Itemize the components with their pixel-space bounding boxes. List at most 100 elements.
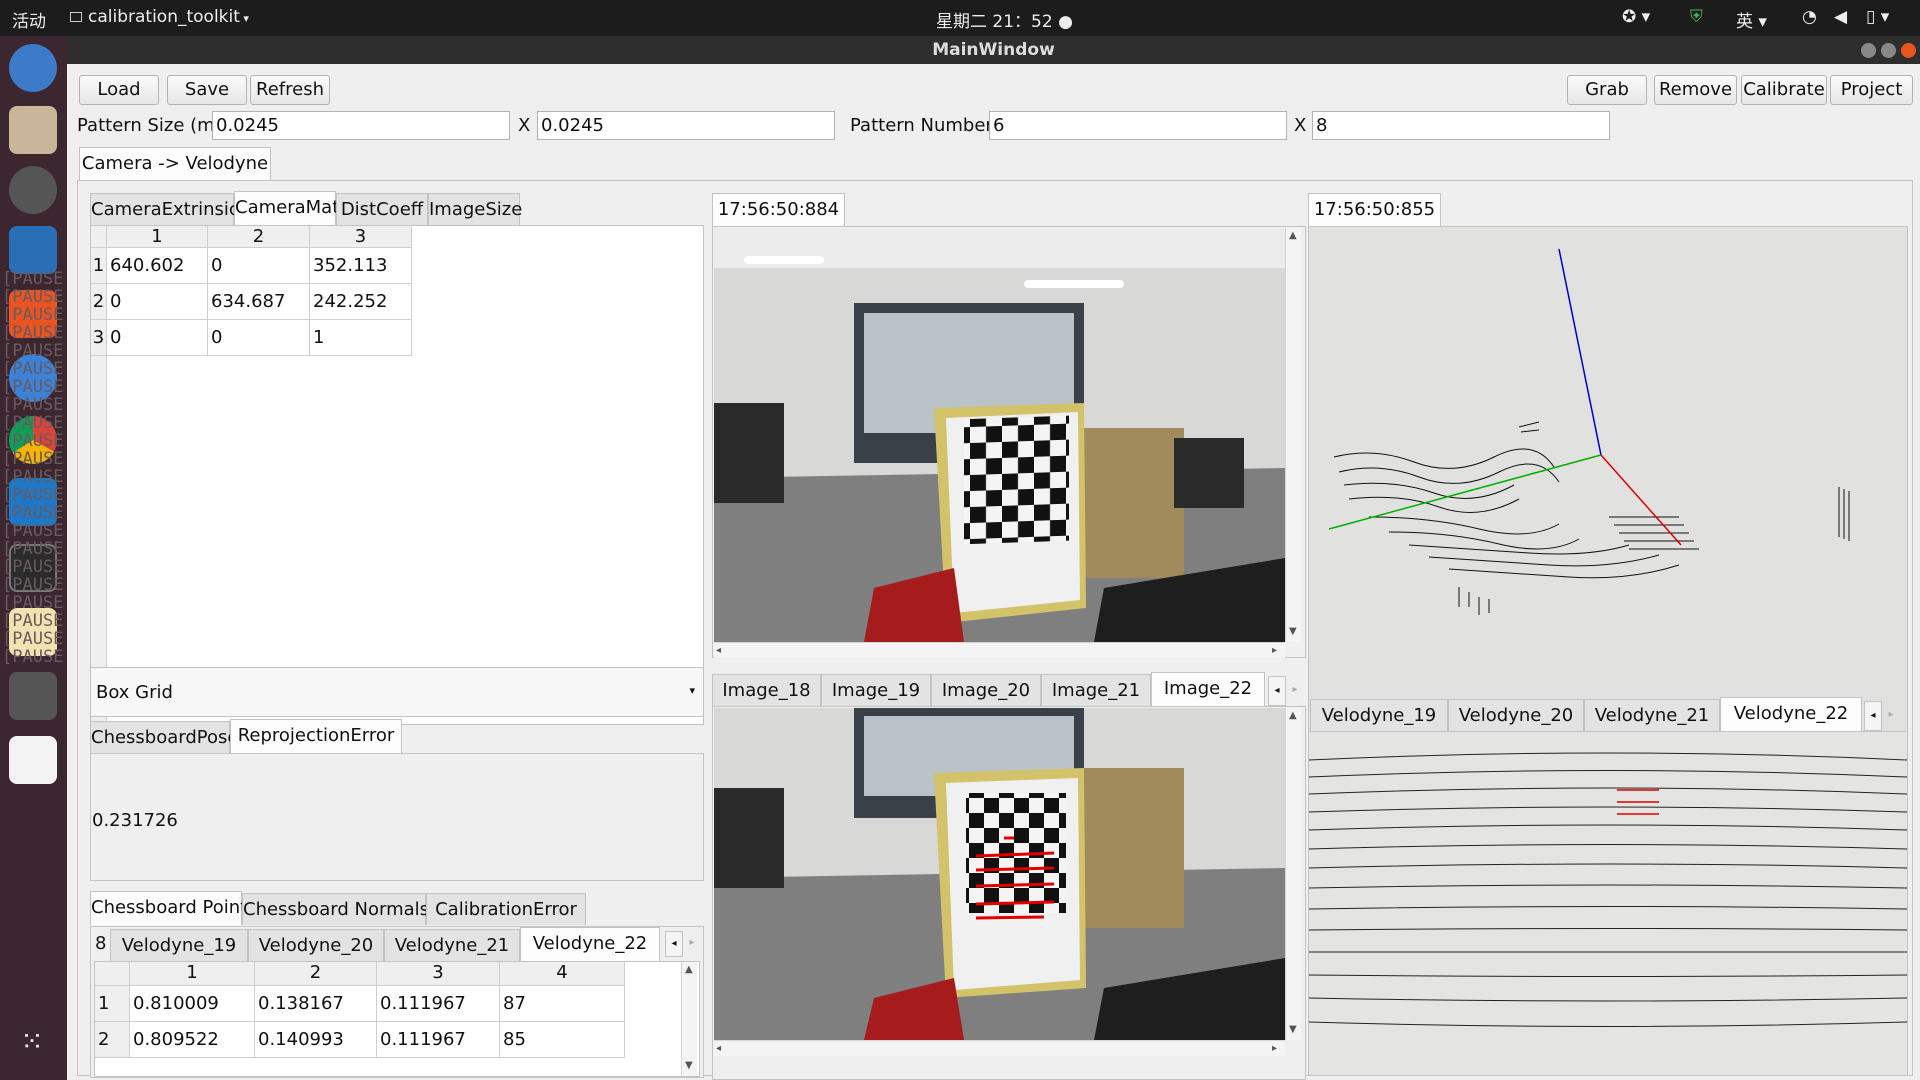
tab-distcoeff[interactable]: DistCoeff	[336, 193, 428, 225]
blocked-app-icon[interactable]	[9, 672, 57, 720]
scroll-down-icon[interactable]: ▼	[685, 1060, 693, 1071]
close-icon[interactable]	[1901, 43, 1916, 58]
pattern-number-x-input[interactable]: 6	[989, 111, 1287, 140]
column-header[interactable]: 1	[130, 962, 255, 986]
velodyne-range-view[interactable]	[1308, 731, 1908, 1076]
pattern-size-x-input[interactable]: 0.0245	[212, 111, 510, 140]
tab-image_19[interactable]: Image_19	[821, 674, 931, 706]
scroll-up-icon[interactable]: ▲	[1289, 710, 1297, 721]
tab-velodyne-timestamp[interactable]: 17:56:50:855	[1308, 193, 1441, 227]
pattern-number-y-input[interactable]: 8	[1312, 111, 1610, 140]
tab-image-timestamp[interactable]: 17:56:50:884	[712, 193, 845, 227]
wifi-icon[interactable]: ◔	[1802, 7, 1817, 27]
column-header[interactable]: 2	[255, 962, 377, 986]
calibrate-button[interactable]: Calibrate	[1741, 75, 1827, 105]
scroll-left-icon[interactable]: ◂	[665, 931, 683, 957]
column-header[interactable]: 3	[310, 226, 412, 248]
tab-chessboard-points[interactable]: Chessboard Points	[90, 891, 257, 925]
project-button[interactable]: Project	[1830, 75, 1913, 105]
table-cell[interactable]: 85	[500, 1022, 625, 1058]
battery-icon[interactable]: ▯ ▾	[1866, 7, 1889, 27]
column-header[interactable]: 2	[208, 226, 310, 248]
table-cell[interactable]: 0.140993	[255, 1022, 377, 1058]
scroll-up-icon[interactable]: ▲	[1289, 230, 1297, 241]
tab-reprojectionerror[interactable]: ReprojectionError	[230, 719, 402, 753]
image-vscrollbar[interactable]: ▲ ▼	[1285, 228, 1301, 642]
scroll-left-icon[interactable]: ◂	[716, 645, 721, 656]
camera-mat-table[interactable]: 1 2 3 1 640.602 0 352.113 2 0 634.687 242.252 3 0 0 1	[90, 225, 704, 725]
scroll-right-icon[interactable]: ▸	[1882, 701, 1900, 731]
tab-cameraextrinsicmat[interactable]: CameraExtrinsicMat	[90, 193, 272, 225]
velodyne-3d-view[interactable]	[1308, 226, 1908, 753]
table-cell[interactable]: 0	[208, 320, 310, 356]
camera-image-view[interactable]: ▲ ▼ ◂ ▸	[712, 226, 1306, 658]
tab-chessboard-normals[interactable]: Chessboard Normals	[242, 893, 429, 925]
tab-cameramat[interactable]: CameraMat	[234, 191, 339, 225]
save-button[interactable]: Save	[167, 75, 247, 105]
tab-velodyne_22[interactable]: Velodyne_22	[1720, 697, 1862, 731]
accessibility-icon[interactable]: ✪ ▾	[1622, 7, 1650, 27]
row-header[interactable]: 3	[91, 320, 107, 356]
refresh-button[interactable]: Refresh	[250, 75, 330, 105]
tab-velodyne_19[interactable]: Velodyne_19	[1310, 699, 1448, 731]
table-cell[interactable]: 634.687	[208, 284, 310, 320]
row-header[interactable]: 1	[91, 248, 107, 284]
table-cell[interactable]: 0.111967	[377, 986, 500, 1022]
tab-image_20[interactable]: Image_20	[931, 674, 1041, 706]
table-cell[interactable]: 0	[208, 248, 310, 284]
minimize-icon[interactable]	[1861, 43, 1876, 58]
writer-icon[interactable]	[9, 226, 57, 274]
table-cell[interactable]: 1	[310, 320, 412, 356]
projection-vscrollbar[interactable]: ▲ ▼	[1285, 708, 1301, 1040]
table-cell[interactable]: 640.602	[107, 248, 208, 284]
scroll-left-icon[interactable]: ◂	[716, 1043, 721, 1054]
table-cell[interactable]: 0	[107, 284, 208, 320]
activities-button[interactable]: 活动	[12, 7, 46, 32]
image-hscrollbar[interactable]: ◂ ▸	[714, 642, 1285, 658]
tab-image_22[interactable]: Image_22	[1151, 672, 1265, 706]
box-grid-select[interactable]: Box Grid ▾	[90, 667, 704, 717]
column-header[interactable]: 4	[500, 962, 625, 986]
scroll-down-icon[interactable]: ▼	[1289, 626, 1297, 637]
tab-sub-velodyne_22[interactable]: Velodyne_22	[520, 927, 660, 961]
scroll-left-icon[interactable]: ◂	[1864, 701, 1882, 731]
input-method[interactable]: 英 ▾	[1736, 7, 1767, 32]
table-cell[interactable]: 0	[107, 320, 208, 356]
scroll-left-icon[interactable]: ◂	[1268, 676, 1286, 706]
volume-icon[interactable]: ◀	[1834, 7, 1847, 27]
scroll-up-icon[interactable]: ▲	[685, 964, 693, 975]
row-header[interactable]: 2	[95, 1022, 130, 1058]
table-cell[interactable]: 352.113	[310, 248, 412, 284]
pattern-size-y-input[interactable]: 0.0245	[537, 111, 835, 140]
tab-velodyne_20[interactable]: Velodyne_20	[1448, 699, 1584, 731]
row-header[interactable]: 1	[95, 986, 130, 1022]
tab-image_21[interactable]: Image_21	[1041, 674, 1151, 706]
recorder-icon[interactable]	[9, 736, 57, 784]
tab-velodyne_21[interactable]: Velodyne_21	[1584, 699, 1720, 731]
table-cell[interactable]: 0.111967	[377, 1022, 500, 1058]
load-button[interactable]: Load	[79, 75, 159, 105]
table-cell[interactable]: 0.138167	[255, 986, 377, 1022]
scroll-right-icon[interactable]: ▸	[683, 931, 701, 957]
shield-icon[interactable]: ⛨	[1690, 7, 1703, 27]
remove-button[interactable]: Remove	[1654, 75, 1737, 105]
points-table[interactable]: 1 2 3 4 1 0.810009 0.138167 0.111967 87 2 0.809522…	[94, 961, 700, 1077]
tab-chessboardpose[interactable]: ChessboardPose	[90, 721, 238, 753]
thunderbird-icon[interactable]	[9, 44, 57, 92]
scroll-right-icon[interactable]: ▸	[1272, 1043, 1277, 1054]
scroll-right-icon[interactable]: ▸	[1286, 676, 1304, 706]
tab-sub-velodyne_21[interactable]: Velodyne_21	[384, 929, 520, 961]
grab-button[interactable]: Grab	[1567, 75, 1647, 105]
points-table-scrollbar[interactable]: ▲ ▼	[681, 962, 697, 1076]
file-manager-icon[interactable]	[9, 106, 57, 154]
tab-sub-velodyne_20[interactable]: Velodyne_20	[248, 929, 384, 961]
table-cell[interactable]: 242.252	[310, 284, 412, 320]
column-header[interactable]: 3	[377, 962, 500, 986]
rhythmbox-icon[interactable]	[9, 166, 57, 214]
image-projection-view[interactable]: ▲ ▼ ◂ ▸	[712, 706, 1306, 1080]
table-cell[interactable]: 0.809522	[130, 1022, 255, 1058]
scroll-right-icon[interactable]: ▸	[1272, 645, 1277, 656]
table-cell[interactable]: 87	[500, 986, 625, 1022]
table-cell[interactable]: 0.810009	[130, 986, 255, 1022]
maximize-icon[interactable]	[1881, 43, 1896, 58]
